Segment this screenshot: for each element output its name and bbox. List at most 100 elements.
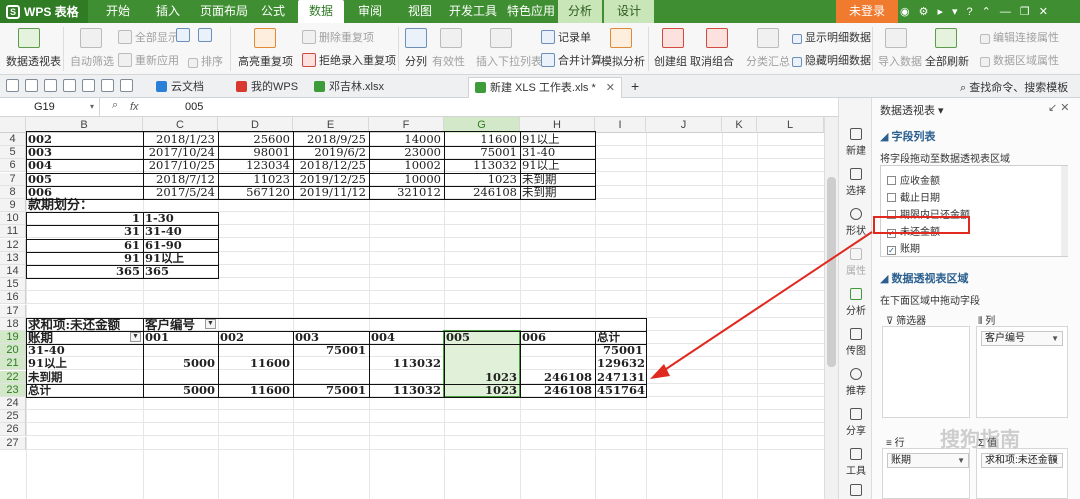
field-item[interactable]: 应收金额 (887, 172, 940, 187)
preview-icon[interactable] (82, 79, 95, 92)
import-data-button[interactable]: 导入数据 (878, 53, 922, 69)
data-table-cell[interactable]: 006 (28, 185, 142, 199)
print-icon[interactable] (63, 79, 76, 92)
zoom-search-icon[interactable]: ⌕ (112, 99, 118, 112)
column-field-chip[interactable]: 客户编号 ▼ (981, 331, 1063, 346)
value-field-chip[interactable]: 求和项:未还金额 ▼ (981, 453, 1063, 468)
row-header-26[interactable]: 26 (0, 423, 26, 437)
pivot-value-cell[interactable]: 246108 (522, 370, 594, 384)
tab-formula[interactable]: 公式 (255, 0, 291, 23)
minimize-icon[interactable]: — (1000, 6, 1011, 18)
pivot-value-cell[interactable] (220, 344, 292, 357)
select-all-corner[interactable] (0, 117, 26, 133)
settings-icon[interactable]: ⚙ (919, 5, 929, 18)
column-header-C[interactable]: C (143, 117, 218, 133)
tab-review[interactable]: 审阅 (352, 0, 388, 23)
reject-duplicates-button[interactable]: 拒绝录入重复项 (302, 52, 396, 68)
pivot-row-label[interactable]: 31-40 (28, 344, 142, 357)
show-all-button[interactable]: 全部显示 (118, 29, 179, 45)
pivot-column-header[interactable]: 002 (220, 331, 292, 344)
sort-za-icon[interactable] (198, 28, 215, 42)
redo-icon[interactable] (120, 79, 133, 92)
delete-duplicates-button[interactable]: 删除重复项 (302, 29, 374, 45)
side-upload-image-button[interactable]: 传图 (839, 328, 873, 357)
period-threshold-cell[interactable]: 365 (28, 265, 142, 278)
ungroup-button[interactable]: 取消组合 (690, 53, 734, 69)
period-label-cell[interactable]: 365 (145, 265, 217, 278)
column-header-H[interactable]: H (520, 117, 595, 133)
side-properties-button[interactable]: 属性 (839, 248, 873, 277)
column-header-E[interactable]: E (293, 117, 369, 133)
data-table-cell[interactable]: 003 (28, 146, 142, 159)
row-header-11[interactable]: 11 (0, 225, 26, 239)
vertical-scrollbar[interactable] (824, 117, 838, 499)
side-analysis-button[interactable]: 分析 (839, 288, 873, 317)
column-header-J[interactable]: J (646, 117, 722, 133)
pivot-row-label[interactable]: 91以上 (28, 357, 142, 370)
data-table-cell[interactable]: 2019/6/2 (295, 146, 368, 159)
restore-icon[interactable]: ❐ (1020, 5, 1030, 18)
tab-cloud-docs[interactable]: 云文档 (150, 77, 210, 98)
auto-filter-button[interactable]: 自动筛选 (70, 53, 114, 69)
data-table-cell[interactable]: 未到期 (522, 185, 594, 199)
data-range-props-button[interactable]: 数据区域属性 (980, 52, 1059, 68)
data-table-cell[interactable]: 10000 (371, 172, 443, 186)
side-recommend-button[interactable]: 推荐 (839, 368, 873, 397)
pivot-row-label[interactable]: 总计 (28, 383, 142, 397)
pivot-value-label[interactable]: 求和项:未还金额 (28, 318, 142, 331)
tab-home[interactable]: 开始 (100, 0, 136, 23)
period-label-cell[interactable]: 61-90 (145, 238, 217, 252)
data-table-cell[interactable]: 1023 (446, 172, 519, 186)
pivot-value-cell[interactable] (295, 371, 368, 384)
row-header-22[interactable]: 22 (0, 370, 26, 384)
close-icon[interactable]: ✕ (1039, 5, 1048, 18)
pivot-value-cell[interactable]: 129632 (597, 357, 645, 370)
row-header-23[interactable]: 23 (0, 383, 26, 397)
pivot-value-cell[interactable]: 5000 (145, 357, 217, 370)
refresh-all-button[interactable]: 全部刷新 (925, 53, 969, 69)
open-icon[interactable] (25, 79, 38, 92)
data-table-cell[interactable]: 2017/5/24 (145, 185, 217, 199)
data-table-cell[interactable]: 98001 (220, 146, 292, 159)
data-table-cell[interactable]: 123034 (220, 159, 292, 172)
column-header-L[interactable]: L (757, 117, 824, 133)
pivot-row-field[interactable]: 账期 (28, 331, 142, 344)
checkbox[interactable]: ✓ (887, 246, 896, 255)
dropdown-icon[interactable]: ▾ (952, 5, 958, 18)
period-threshold-cell[interactable]: 61 (28, 238, 142, 252)
validity-button[interactable]: 有效性 (432, 53, 465, 69)
pivot-value-cell[interactable]: 246108 (522, 383, 594, 397)
row-header-5[interactable]: 5 (0, 146, 26, 160)
checkbox[interactable] (887, 176, 896, 185)
pivot-value-cell[interactable]: 113032 (371, 357, 443, 370)
data-table-cell[interactable]: 2017/10/25 (145, 159, 217, 172)
row-header-15[interactable]: 15 (0, 278, 26, 292)
row-header-8[interactable]: 8 (0, 185, 26, 199)
function-button[interactable]: fx (130, 98, 139, 116)
value-drop-zone[interactable]: 求和项:未还金额 ▼ (976, 448, 1068, 499)
row-header-24[interactable]: 24 (0, 397, 26, 410)
tab-my-wps[interactable]: 我的WPS (230, 77, 304, 98)
reapply-button[interactable]: 重新应用 (118, 52, 179, 68)
period-label-cell[interactable]: 91以上 (145, 251, 217, 265)
row-drop-zone[interactable]: 账期 ▼ (882, 448, 970, 499)
pivot-column-header[interactable]: 总计 (597, 331, 645, 344)
tab-new-xls[interactable]: 新建 XLS 工作表.xls * ✕ (468, 77, 622, 98)
column-header-D[interactable]: D (218, 117, 293, 133)
row-field-chip[interactable]: 账期 ▼ (887, 453, 969, 468)
filter-drop-zone[interactable] (882, 326, 970, 418)
data-table-cell[interactable]: 31-40 (522, 146, 594, 159)
subtotal-button[interactable]: 分类汇总 (746, 53, 790, 69)
side-new-button[interactable]: 新建 (839, 128, 873, 157)
data-table-cell[interactable]: 14000 (371, 133, 443, 146)
pivot-value-cell[interactable]: 113032 (371, 383, 443, 397)
data-table-cell[interactable]: 11023 (220, 172, 292, 186)
name-box[interactable]: G19 ▾ (0, 98, 100, 117)
filter-dropdown-icon[interactable]: ▼ (205, 318, 216, 329)
column-drop-zone[interactable]: 客户编号 ▼ (976, 326, 1068, 418)
side-camera-button[interactable] (839, 484, 873, 498)
data-table-cell[interactable]: 2018/7/12 (145, 172, 217, 186)
new-tab-button[interactable]: + (625, 77, 645, 98)
tab-file-dengjilin[interactable]: 邓吉林.xlsx (308, 77, 390, 98)
period-title[interactable]: 款期划分： (28, 199, 217, 212)
